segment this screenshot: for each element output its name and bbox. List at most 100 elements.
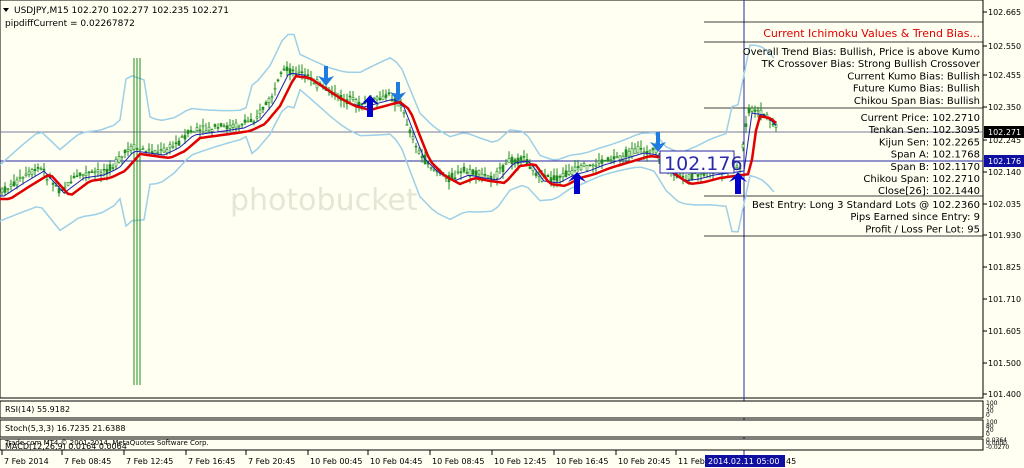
price-tick-label: 102.350 xyxy=(988,103,1021,112)
candle-body xyxy=(78,172,82,176)
candle-body xyxy=(570,170,574,175)
trend-bias-line: Overall Trend Bias: Bullish, Price is ab… xyxy=(743,47,980,58)
candle-body xyxy=(183,135,187,140)
candle-body xyxy=(564,170,568,177)
candle-body xyxy=(483,174,487,176)
time-tick-label: 10 Feb 12:45 xyxy=(494,457,546,466)
candle-body xyxy=(627,151,631,157)
candle-body xyxy=(21,177,25,179)
candle-body xyxy=(162,147,166,153)
candle-body xyxy=(567,170,571,175)
candle-body xyxy=(96,169,100,173)
ichimoku-value-line: Tenkan Sen: 102.3095 xyxy=(868,125,980,136)
chart-window[interactable]: photobucket 102.176 USDJPY,M15 102.270 1… xyxy=(0,0,1024,468)
candle-body xyxy=(102,169,106,171)
candle-body xyxy=(168,144,172,149)
candle-body xyxy=(75,175,79,177)
time-tick-label: 11 Feb xyxy=(678,457,705,466)
candle-body xyxy=(459,171,463,174)
candle-body xyxy=(465,172,469,174)
candle-body xyxy=(477,170,481,175)
candle-body xyxy=(195,127,199,131)
candle-body xyxy=(615,156,619,158)
candle-body xyxy=(51,183,55,185)
candle-body xyxy=(639,148,643,150)
candle-body xyxy=(246,120,250,123)
trend-bias-line: TK Crossover Bias: Strong Bullish Crosso… xyxy=(761,59,981,70)
time-axis[interactable]: 7 Feb 2014 7 Feb 08:45 7 Feb 12:45 7 Feb 16… xyxy=(1,450,705,466)
candle-body xyxy=(771,123,775,126)
candle-body xyxy=(234,122,238,129)
price-axis[interactable]: 102.665102.550102.455102.350102.245102.1… xyxy=(983,8,1021,399)
ichimoku-value-line: Chikou Span: 102.2710 xyxy=(863,174,980,185)
cursor-time-tag-text: 2014.02.11 05:00 xyxy=(708,457,779,466)
candle-body xyxy=(630,148,634,157)
candle-body xyxy=(57,188,61,194)
candle-body xyxy=(228,124,232,129)
candle-body xyxy=(612,156,616,160)
candle-body xyxy=(681,175,685,178)
time-tick-label: 7 Feb 08:45 xyxy=(64,457,111,466)
candle-body xyxy=(177,140,181,146)
candle-body xyxy=(498,166,502,169)
candle-body xyxy=(687,174,691,180)
candle-body xyxy=(12,181,16,187)
candle-body xyxy=(495,171,499,179)
candle-body xyxy=(609,159,613,161)
candle-body xyxy=(156,151,160,154)
subwindow-axis-label: -0.0270 xyxy=(986,444,1009,451)
indicator-header: pipdiffCurrent = 0.02267872 xyxy=(5,19,135,29)
candle-body xyxy=(192,131,196,133)
trend-bias-line: Current Kumo Bias: Bullish xyxy=(847,71,980,82)
price-tick-label: 101.605 xyxy=(988,327,1021,336)
candle-body xyxy=(66,182,70,186)
time-tick-label: 10 Feb 00:45 xyxy=(310,457,362,466)
entry-info-line: Best Entry: Long 3 Standard Lots @ 102.2… xyxy=(752,200,980,211)
price-tick-label: 101.710 xyxy=(988,295,1021,304)
stoch-window[interactable] xyxy=(0,419,984,438)
candle-body xyxy=(9,183,13,187)
candle-body xyxy=(0,188,4,193)
candle-body xyxy=(99,172,103,175)
price-tick-label: 102.665 xyxy=(988,8,1021,17)
candle-body xyxy=(420,156,424,158)
time-tick-label: 7 Feb 2014 xyxy=(4,457,49,466)
rsi-window[interactable] xyxy=(0,400,984,419)
candle-body xyxy=(285,66,289,72)
candle-body xyxy=(213,124,217,127)
candle-body xyxy=(222,125,226,128)
candle-body xyxy=(87,171,91,174)
candle-body xyxy=(750,107,754,112)
candle-body xyxy=(165,149,169,154)
price-tick-label: 101.500 xyxy=(988,359,1021,368)
candle-body xyxy=(69,181,73,184)
entry-price-text: 102.176 xyxy=(664,153,743,175)
candle-body xyxy=(198,129,202,132)
candle-body xyxy=(399,105,403,108)
candle-body xyxy=(42,168,46,171)
candle-body xyxy=(84,172,88,177)
candle-body xyxy=(741,144,745,148)
price-tick-label: 102.550 xyxy=(988,42,1021,51)
candle-body xyxy=(171,145,175,148)
candle-body xyxy=(216,127,220,129)
candle-body xyxy=(90,171,94,173)
candle-body xyxy=(555,175,559,182)
candle-body xyxy=(582,163,586,167)
candle-body xyxy=(120,155,124,158)
candle-body xyxy=(624,149,628,158)
candle-body xyxy=(504,163,508,165)
candle-body xyxy=(585,165,589,171)
candle-body xyxy=(471,169,475,175)
candle-body xyxy=(255,116,259,119)
candle-body xyxy=(132,144,136,150)
price-tick-label: 102.140 xyxy=(988,168,1021,177)
candle-body xyxy=(528,166,532,169)
candle-body xyxy=(591,164,595,167)
copyright-text: Trade.com MT4 © 2001-2014, MetaQuotes So… xyxy=(4,439,209,447)
time-tick-label: 10 Feb 16:45 xyxy=(556,457,608,466)
time-tick-label: 7 Feb 16:45 xyxy=(188,457,235,466)
candle-body xyxy=(276,79,280,82)
candle-body xyxy=(207,126,211,131)
subwindow-axes: 10070300100802000.03640.0000-0.0270 xyxy=(986,400,1009,451)
